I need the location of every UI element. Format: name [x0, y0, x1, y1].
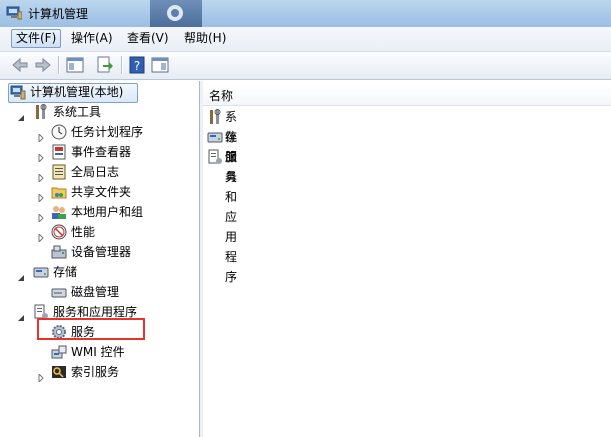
- toolbar-separator: [58, 56, 60, 74]
- computer-management-icon: [10, 84, 26, 100]
- expand-arrow-icon[interactable]: [37, 208, 45, 224]
- tools-icon: [207, 109, 223, 125]
- list-item-label: 服务和应用程序: [225, 150, 238, 284]
- help-icon[interactable]: ?: [127, 55, 147, 75]
- toolbar-separator: [121, 56, 123, 74]
- log-icon: [51, 164, 67, 180]
- console-tree: 计算机管理(本地) 系统工具 任务计划程序 事件查看器 全局日志 共享文件夹 本…: [4, 81, 200, 437]
- tools-icon: [33, 104, 49, 120]
- show-hide-console-tree-icon[interactable]: [65, 55, 85, 75]
- tree-label: WMI 控件: [71, 345, 125, 359]
- gear-icon: [167, 5, 183, 21]
- expand-arrow-icon[interactable]: [37, 168, 45, 184]
- clock-icon: [51, 124, 67, 140]
- highlight-box: [37, 318, 145, 340]
- tree-label: 本地用户和组: [71, 205, 144, 219]
- collapse-arrow-icon[interactable]: [17, 108, 25, 121]
- menu-view[interactable]: 查看(V): [123, 30, 173, 47]
- tree-label: 计算机管理(本地): [30, 85, 124, 99]
- expand-arrow-icon[interactable]: [37, 188, 45, 204]
- tree-label: 存储: [53, 265, 78, 279]
- tree-label: 共享文件夹: [71, 185, 132, 199]
- result-list: 名称 系统工具 存储 服务和应用程序: [203, 81, 611, 437]
- indexing-icon: [51, 364, 67, 380]
- column-header-label: 名称: [209, 89, 234, 103]
- svg-text:?: ?: [134, 59, 140, 73]
- wmi-icon: [51, 344, 67, 360]
- title-bar: 计算机管理: [0, 0, 611, 27]
- storage-icon: [33, 264, 49, 280]
- expand-arrow-icon[interactable]: [37, 228, 45, 244]
- menu-file[interactable]: 文件(F): [11, 29, 62, 48]
- menu-help[interactable]: 帮助(H): [180, 30, 230, 47]
- window-title: 计算机管理: [28, 7, 89, 21]
- tree-label: 系统工具: [53, 105, 102, 119]
- computer-management-icon: [6, 6, 23, 20]
- title-bar-gadget: [150, 0, 202, 27]
- collapse-arrow-icon[interactable]: [17, 268, 25, 281]
- event-viewer-icon: [51, 144, 67, 160]
- tree-label: 磁盘管理: [71, 285, 120, 299]
- expand-arrow-icon[interactable]: [37, 368, 45, 384]
- disk-icon: [51, 284, 67, 300]
- shared-folder-icon: [51, 184, 67, 200]
- tree-label: 设备管理器: [71, 245, 132, 259]
- column-header-name[interactable]: 名称: [203, 85, 611, 106]
- tree-label: 全局日志: [71, 165, 120, 179]
- tree-label: 索引服务: [71, 365, 120, 379]
- tree-label: 任务计划程序: [71, 125, 144, 139]
- menu-bar: 文件(F) 操作(A) 查看(V) 帮助(H): [0, 27, 611, 52]
- show-hide-action-pane-icon[interactable]: [150, 55, 170, 75]
- toolbar: ?: [0, 52, 611, 80]
- tree-label: 性能: [71, 225, 96, 239]
- forward-icon[interactable]: [33, 55, 53, 75]
- expand-arrow-icon[interactable]: [37, 148, 45, 164]
- users-icon: [51, 204, 67, 220]
- expand-arrow-icon[interactable]: [37, 128, 45, 144]
- export-list-icon[interactable]: [95, 55, 115, 75]
- back-icon[interactable]: [10, 55, 30, 75]
- device-manager-icon: [51, 244, 67, 260]
- performance-icon: [51, 224, 67, 240]
- tree-label: 事件查看器: [71, 145, 132, 159]
- collapse-arrow-icon[interactable]: [17, 308, 25, 321]
- menu-action[interactable]: 操作(A): [67, 30, 117, 47]
- services-apps-icon: [207, 149, 223, 165]
- storage-icon: [207, 129, 223, 145]
